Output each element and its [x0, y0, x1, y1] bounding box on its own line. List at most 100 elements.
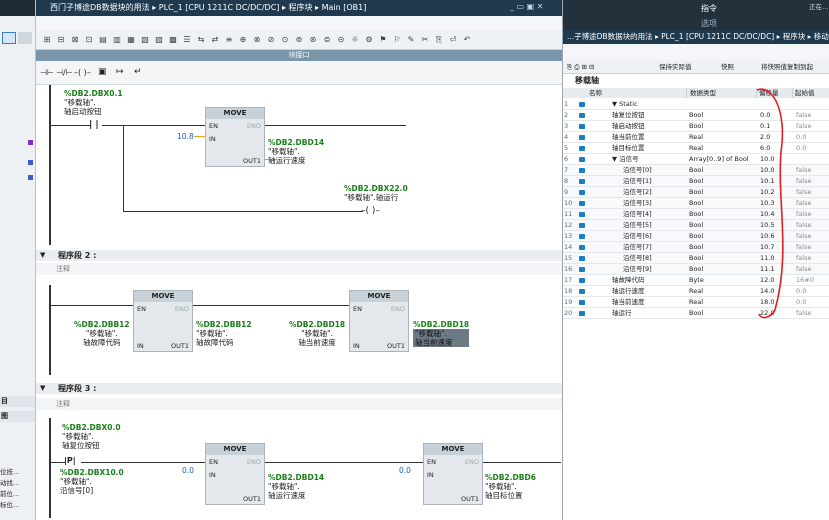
db-name: 移载轴 — [575, 76, 599, 85]
toolbar-icon[interactable]: ▨ — [154, 35, 164, 45]
row-number: 10 — [564, 199, 573, 207]
editor-toolbar: ⊞ ⊟ ⊠ ⊡ ▤ ▥ ▦ ▧ ▨ ▩ ☰ ⇆ ⇄ ≡ ⊕ ⊗ ⊘ ⊙ ⊚ ⊛ … — [36, 30, 562, 50]
move-in-value[interactable]: 0.0 — [182, 466, 194, 475]
interface-icon — [579, 168, 585, 173]
left-item[interactable]: 前位... — [0, 488, 19, 498]
toolbar-icon[interactable]: ⎘ ⎙ ⊞ ⊟ — [567, 60, 595, 74]
col-name[interactable]: 名称 — [563, 88, 687, 98]
toolbar-icon[interactable]: ⎘ — [434, 35, 444, 45]
power-rail — [49, 418, 51, 518]
no-contact[interactable]: | | — [89, 120, 99, 130]
p-contact[interactable]: |P| — [64, 456, 76, 465]
row-name: 轴运行速度 — [612, 287, 645, 295]
coil-icon[interactable]: –( )– — [74, 68, 91, 77]
move-box[interactable]: MOVE EN ENO IN OUT1 — [423, 443, 483, 505]
instructions-label[interactable]: 指令 — [701, 3, 717, 14]
box-icon[interactable]: ▣ — [98, 67, 107, 77]
row-number: 5 — [564, 144, 569, 152]
pin-en: EN — [353, 305, 362, 313]
row-name: 沿信号[0] — [623, 166, 652, 174]
branch-wire — [123, 211, 363, 212]
toolbar-icon[interactable]: ⊠ — [70, 35, 80, 45]
close-branch-icon[interactable]: ↵ — [134, 67, 142, 77]
move-out-operand[interactable]: %DB2.DBB12 "移载轴". 轴故障代码 — [196, 320, 252, 347]
row-number: 15 — [564, 254, 573, 262]
toolbar-icon[interactable]: ▤ — [98, 35, 108, 45]
db-editor-pane: 指令 选项 正在… ...子博途DB数据块的用法 ▸ PLC_1 [CPU 12… — [562, 0, 829, 520]
view-toggle-icon[interactable] — [2, 32, 16, 44]
toolbar-icon[interactable]: ☰ — [182, 35, 192, 45]
coil[interactable]: –( )– — [361, 206, 380, 216]
toolbar-icon[interactable]: ⊝ — [336, 35, 346, 45]
toolbar-icon[interactable]: ▩ — [168, 35, 178, 45]
toolbar-icon[interactable]: ▦ — [126, 35, 136, 45]
toolbar-icon[interactable]: ⊗ — [252, 35, 262, 45]
toolbar-icon[interactable]: ≡ — [224, 35, 234, 45]
interface-icon — [579, 223, 585, 228]
no-contact-icon[interactable]: ⊣⊢ — [40, 68, 54, 77]
pin-out: OUT1 — [171, 342, 189, 350]
toolbar-icon[interactable]: ⇆ — [196, 35, 206, 45]
toolbar-icon[interactable]: ▧ — [140, 35, 150, 45]
left-item[interactable]: 标位... — [0, 499, 19, 509]
toolbar-icon[interactable]: ⊜ — [322, 35, 332, 45]
toolbar-icon[interactable]: ☼ — [350, 35, 360, 45]
segment-3-comment[interactable]: 注释 — [36, 398, 562, 410]
toolbar-icon[interactable]: ⚙ — [364, 35, 374, 45]
move-box[interactable]: MOVE EN ENO IN OUT1 — [205, 443, 265, 505]
interface-icon — [579, 146, 585, 151]
move-in-operand[interactable]: %DB2.DBB12 "移载轴". 轴故障代码 — [74, 320, 130, 347]
open-branch-icon[interactable]: ↦ — [116, 67, 124, 77]
nc-contact-icon[interactable]: ⊣/⊢ — [56, 68, 73, 77]
collapse-icon[interactable]: ▼ — [40, 384, 45, 392]
toolbar-icon[interactable]: ⊛ — [308, 35, 318, 45]
window-controls[interactable]: _ ▭ ▣ ✕ — [510, 2, 543, 11]
toolbar-icon[interactable]: ⊟ — [56, 35, 66, 45]
copy-snapshot-button[interactable]: 将快照值复制到起 — [761, 60, 813, 74]
toolbar-icon[interactable]: ⊡ — [84, 35, 94, 45]
toolbar-icon[interactable]: ⊙ — [280, 35, 290, 45]
move-in-operand[interactable]: %DB2.DBD18 "移载轴". 轴当前速度 — [289, 320, 345, 347]
move-out-operand[interactable]: %DB2.DBD14 "移载轴". 轴运行速度 — [268, 473, 324, 500]
snapshot-button[interactable]: 快照 — [721, 60, 734, 74]
toolbar-icon[interactable]: ✎ — [406, 35, 416, 45]
row-name: ▼ 沿信号 — [612, 155, 639, 163]
move-in-value[interactable]: 10.8 — [177, 132, 194, 141]
pin-out: OUT1 — [461, 495, 479, 503]
toolbar-icon[interactable]: ↶ — [462, 35, 472, 45]
move-box[interactable]: MOVE EN ENO IN OUT1 — [133, 290, 193, 352]
row-number: 11 — [564, 210, 573, 218]
toolbar-icon[interactable]: ⊚ — [294, 35, 304, 45]
move-box[interactable]: MOVE EN ENO IN OUT1 — [349, 290, 409, 352]
segment-2-comment[interactable]: 注释 — [36, 263, 562, 275]
move-in-value[interactable]: 0.0 — [399, 466, 411, 475]
toolbar-icon[interactable]: ⚑ — [378, 35, 388, 45]
tree-toolbar-icon[interactable] — [18, 32, 32, 44]
options-label[interactable]: 选项 — [701, 18, 717, 29]
toolbar-icon[interactable]: ⚐ — [392, 35, 402, 45]
power-rail — [49, 85, 51, 245]
toolbar-icon[interactable]: ⊞ — [42, 35, 52, 45]
db-toolbar: ⎘ ⎙ ⊞ ⊟ 保持实际值 快照 将快照值复制到起 — [563, 60, 829, 74]
toolbar-icon[interactable]: ⇄ — [210, 35, 220, 45]
toolbar-icon[interactable]: ✂ — [420, 35, 430, 45]
move-out-operand[interactable]: %DB2.DBD18 "移载轴". 轴当前速度 — [413, 320, 470, 347]
keep-actual-button[interactable]: 保持实际值 — [659, 60, 692, 74]
toolbar-icon[interactable]: ⊘ — [266, 35, 276, 45]
interface-icon — [579, 245, 585, 250]
left-item[interactable]: 位技... — [0, 466, 19, 476]
segment-3-header[interactable]: 程序段 3 : — [36, 383, 562, 394]
segment-2-header[interactable]: 程序段 2 : — [36, 250, 562, 261]
row-type: Bool — [689, 243, 704, 251]
pin-in: IN — [427, 471, 434, 479]
move-out-operand[interactable]: %DB2.DBD14 "移载轴". 轴运行速度 — [268, 138, 324, 165]
collapse-icon[interactable]: ▼ — [40, 251, 45, 259]
row-number: 7 — [564, 166, 569, 174]
left-item[interactable]: 动找... — [0, 477, 19, 487]
block-interface-bar[interactable]: 块接口 — [36, 50, 562, 61]
move-out-operand[interactable]: %DB2.DBD6 "移载轴". 轴目标位置 — [485, 473, 536, 500]
toolbar-icon[interactable]: ⏎ — [448, 35, 458, 45]
move-box[interactable]: MOVE EN ENO IN OUT1 — [205, 107, 265, 167]
toolbar-icon[interactable]: ▥ — [112, 35, 122, 45]
toolbar-icon[interactable]: ⊕ — [238, 35, 248, 45]
